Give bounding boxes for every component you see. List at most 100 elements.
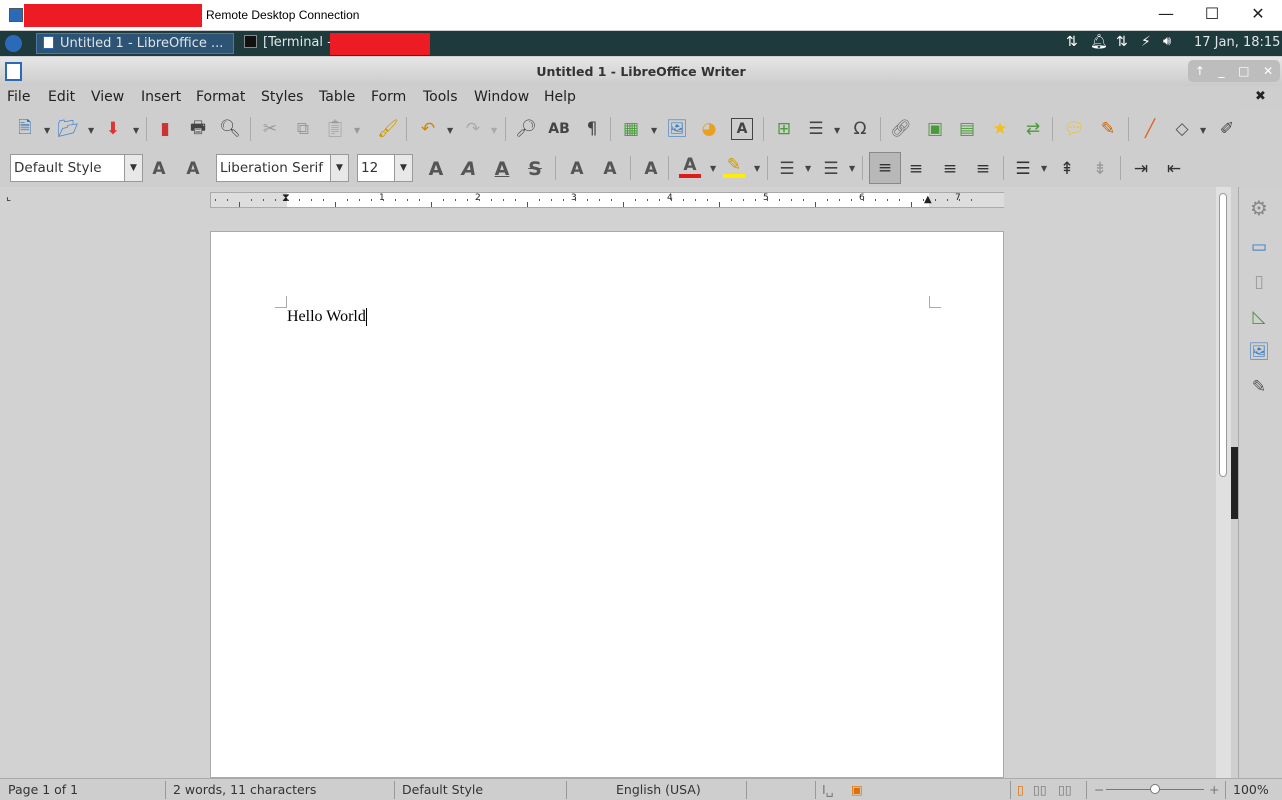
book-view-icon[interactable]: ▯▯ <box>1058 782 1072 797</box>
clone-formatting-icon[interactable]: 🖌 <box>377 118 399 140</box>
insert-mode-icon[interactable]: I␣ <box>822 782 834 797</box>
undo-icon[interactable]: ↶ <box>417 118 439 140</box>
rdp-close-button[interactable]: ✕ <box>1238 4 1278 26</box>
rdp-minimize-button[interactable]: — <box>1146 4 1186 26</box>
menu-table[interactable]: Table <box>319 89 355 105</box>
increase-paragraph-spacing-icon[interactable]: ⇞ <box>1056 158 1078 180</box>
zoom-slider-handle[interactable] <box>1150 784 1160 794</box>
font-name-combo[interactable]: Liberation Serif ▼ <box>216 154 349 182</box>
chevron-down-icon[interactable]: ▼ <box>330 155 348 181</box>
bookmark-star-icon[interactable]: ★ <box>989 118 1011 140</box>
sidebar-properties-icon[interactable]: ▭ <box>1248 236 1270 258</box>
print-icon[interactable]: 🖶 <box>187 118 209 140</box>
insert-chart-icon[interactable]: ◕ <box>698 118 720 140</box>
superscript-icon[interactable]: A <box>566 158 588 180</box>
language[interactable]: English (USA) <box>616 782 701 797</box>
minimize-icon[interactable]: _ <box>1219 64 1225 78</box>
line-spacing-icon[interactable]: ☰ <box>1012 158 1034 180</box>
strikethrough-icon[interactable]: S <box>524 158 546 180</box>
sidebar-gallery-icon[interactable]: 🖼︎ <box>1248 341 1270 363</box>
align-left-icon[interactable]: ≡ <box>869 152 901 184</box>
save-icon[interactable]: ⬇ <box>102 118 124 140</box>
maximize-icon[interactable]: □ <box>1238 64 1249 78</box>
insert-page-break-icon[interactable]: ⊞ <box>773 118 795 140</box>
align-right-icon[interactable]: ≡ <box>939 158 961 180</box>
italic-icon[interactable]: A <box>458 158 480 180</box>
spelling-icon[interactable]: AB <box>548 118 570 140</box>
track-changes-icon[interactable]: ✎ <box>1097 118 1119 140</box>
menu-form[interactable]: Form <box>371 89 406 105</box>
sidebar-page-icon[interactable]: ▯ <box>1248 271 1270 293</box>
bold-icon[interactable]: A <box>425 158 447 180</box>
insert-footnote-icon[interactable]: ▣ <box>924 118 946 140</box>
menu-edit[interactable]: Edit <box>48 89 75 105</box>
insert-textbox-icon[interactable]: A <box>731 118 753 140</box>
close-icon[interactable]: ✕ <box>1263 64 1273 78</box>
multi-page-view-icon[interactable]: ▯▯ <box>1033 782 1047 797</box>
menu-styles[interactable]: Styles <box>261 89 303 105</box>
bullet-list-icon[interactable]: ☰ <box>776 158 798 180</box>
zoom-out-button[interactable]: − <box>1094 782 1104 797</box>
decrease-paragraph-spacing-icon[interactable]: ⇟ <box>1089 158 1111 180</box>
align-center-icon[interactable]: ≡ <box>905 158 927 180</box>
menu-format[interactable]: Format <box>196 89 245 105</box>
paragraph-style-combo[interactable]: Default Style ▼ <box>10 154 143 182</box>
clock[interactable]: 17 Jan, 18:15 <box>1194 35 1280 50</box>
menu-help[interactable]: Help <box>544 89 576 105</box>
scrollbar-thumb[interactable] <box>1219 193 1227 477</box>
sidebar-collapse-handle[interactable] <box>1231 447 1238 519</box>
menu-view[interactable]: View <box>91 89 124 105</box>
update-style-icon[interactable]: A <box>148 158 170 180</box>
font-color-icon[interactable]: A <box>679 155 701 178</box>
volume-icon[interactable]: 🔊︎ <box>1163 34 1171 49</box>
special-character-icon[interactable]: Ω <box>849 118 871 140</box>
horizontal-ruler[interactable]: ⧗ ▲ 1 2 3 4 5 6 7 <box>210 191 1004 208</box>
power-icon[interactable]: ⚡ <box>1141 34 1151 50</box>
menu-insert[interactable]: Insert <box>141 89 181 105</box>
clear-formatting-icon[interactable]: A <box>640 158 662 180</box>
zoom-level[interactable]: 100% <box>1233 782 1269 797</box>
draw-line-icon[interactable]: ╱ <box>1139 118 1161 140</box>
insert-image-icon[interactable]: 🖼︎ <box>666 118 688 140</box>
chevron-down-icon[interactable]: ▼ <box>124 155 142 181</box>
comment-icon[interactable]: 💬︎ <box>1063 118 1085 140</box>
word-count[interactable]: 2 words, 11 characters <box>173 782 316 797</box>
page-count[interactable]: Page 1 of 1 <box>8 782 78 797</box>
increase-indent-icon[interactable]: ⇥ <box>1130 158 1152 180</box>
cut-icon[interactable]: ✂ <box>259 118 281 140</box>
menu-window[interactable]: Window <box>474 89 529 105</box>
justify-icon[interactable]: ≡ <box>972 158 994 180</box>
network-icon[interactable]: ⇅ <box>1116 34 1128 50</box>
basic-shapes-icon[interactable]: ◇ <box>1171 118 1193 140</box>
insert-field-icon[interactable]: ☰ <box>805 118 827 140</box>
insert-endnote-icon[interactable]: ▤ <box>956 118 978 140</box>
underline-icon[interactable]: A <box>491 158 513 180</box>
task-writer[interactable]: Untitled 1 - LibreOffice ... <box>36 33 234 54</box>
page-style[interactable]: Default Style <box>402 782 483 797</box>
document-modified-icon[interactable]: ▣ <box>851 782 863 797</box>
draw-functions-icon[interactable]: ✐ <box>1216 118 1238 140</box>
hyperlink-icon[interactable]: 🔗︎ <box>890 118 912 140</box>
sidebar-navigator-icon[interactable]: ✎ <box>1248 376 1270 398</box>
subscript-icon[interactable]: A <box>599 158 621 180</box>
network-icon[interactable]: ⇅ <box>1066 34 1078 50</box>
font-size-combo[interactable]: 12 ▼ <box>357 154 413 182</box>
new-style-icon[interactable]: A <box>182 158 204 180</box>
sidebar-styles-icon[interactable]: ◺ <box>1248 306 1270 328</box>
redo-icon[interactable]: ↷ <box>462 118 484 140</box>
document-page[interactable]: Hello World <box>210 231 1004 778</box>
right-indent-marker[interactable]: ▲ <box>924 194 932 205</box>
formatting-marks-icon[interactable]: ¶ <box>581 118 603 140</box>
insert-table-icon[interactable]: ▦ <box>620 118 642 140</box>
highlight-color-icon[interactable]: ✎ <box>723 155 745 178</box>
menu-tools[interactable]: Tools <box>423 89 458 105</box>
rdp-maximize-button[interactable]: ☐ <box>1192 4 1232 26</box>
shade-icon[interactable]: ↑ <box>1195 64 1205 78</box>
left-indent-marker[interactable]: ⧗ <box>282 191 290 205</box>
find-replace-icon[interactable]: 🔎︎ <box>515 118 537 140</box>
paste-icon[interactable]: 📋︎ <box>324 118 346 140</box>
new-document-icon[interactable]: 🗎 <box>14 118 36 140</box>
tab-stop-type-icon[interactable]: ⌞ <box>6 190 11 203</box>
sidebar-settings-gear-icon[interactable]: ⚙ <box>1248 196 1270 220</box>
chevron-down-icon[interactable]: ▼ <box>394 155 412 181</box>
